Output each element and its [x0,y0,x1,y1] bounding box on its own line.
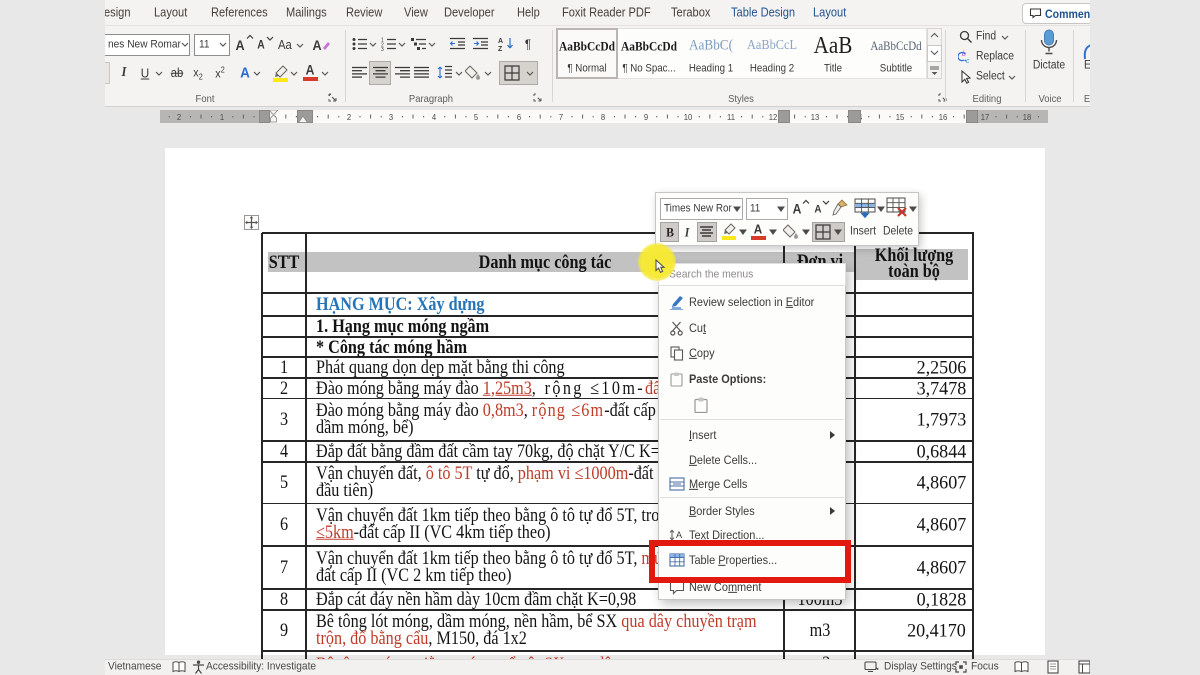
svg-text:c: c [966,58,970,64]
svg-text:3: 3 [381,47,384,51]
svg-text:Z: Z [498,46,503,52]
svg-text:A: A [676,530,682,540]
svg-text:A: A [498,38,503,45]
